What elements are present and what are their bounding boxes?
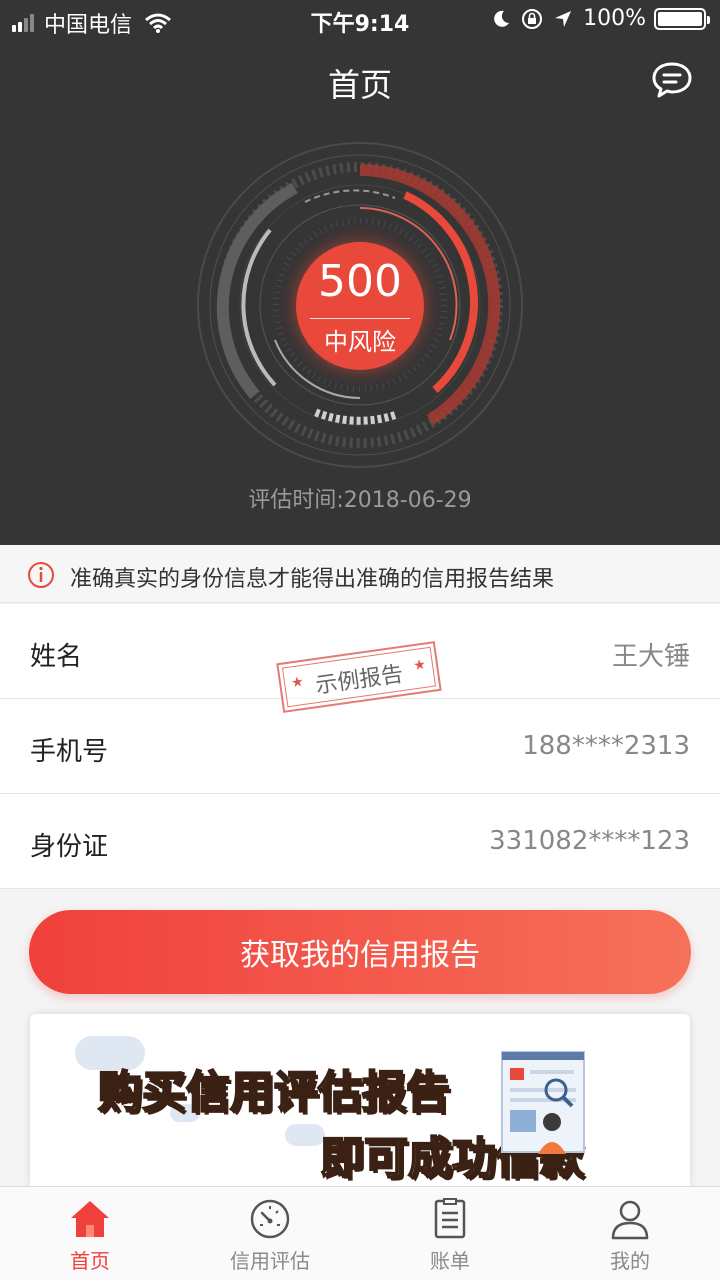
credit-score: 500 — [318, 256, 402, 307]
tab-bill-label: 账单 — [430, 1249, 470, 1273]
tab-home-label: 首页 — [70, 1249, 110, 1273]
gauge-icon — [250, 1199, 290, 1239]
status-bar: 中国电信 下午9:14 100% — [0, 0, 720, 40]
score-badge: 500 中风险 — [296, 242, 424, 370]
promo-banner[interactable]: 购买信用评估报告 即可成功借款 — [30, 1014, 690, 1186]
name-value: 王大锤 — [611, 642, 690, 672]
tab-credit-eval-label: 信用评估 — [230, 1249, 310, 1273]
notice-bar: 准确真实的身份信息才能得出准确的信用报告结果 — [0, 545, 720, 603]
bill-icon — [434, 1198, 466, 1239]
info-icon — [28, 562, 54, 588]
tab-bill[interactable]: 账单 — [360, 1187, 540, 1280]
score-divider — [310, 318, 410, 319]
tab-mine-label: 我的 — [610, 1249, 650, 1273]
location-icon — [555, 10, 572, 27]
phone-label: 手机号 — [30, 737, 109, 767]
name-label: 姓名 — [30, 642, 83, 672]
message-icon[interactable] — [650, 60, 694, 100]
id-card-row[interactable]: 身份证 331082****123 — [0, 794, 720, 889]
notice-text: 准确真实的身份信息才能得出准确的信用报告结果 — [70, 567, 555, 592]
id-card-value: 331082****123 — [489, 826, 690, 856]
tab-mine[interactable]: 我的 — [540, 1187, 720, 1280]
tab-credit-eval[interactable]: 信用评估 — [180, 1187, 360, 1280]
id-card-label: 身份证 — [30, 832, 109, 862]
get-credit-report-button[interactable]: 获取我的信用报告 — [29, 910, 691, 994]
star-icon: ★ — [412, 656, 428, 675]
phone-row[interactable]: 手机号 188****2313 — [0, 699, 720, 794]
identity-info: 姓名 王大锤 手机号 188****2313 身份证 331082****123 — [0, 604, 720, 889]
eval-time-label: 评估时间: — [248, 488, 344, 513]
status-right: 100% — [481, 6, 710, 31]
tab-home[interactable]: 首页 — [0, 1187, 180, 1280]
phone-value: 188****2313 — [522, 731, 690, 761]
battery-percent: 100% — [583, 6, 646, 31]
page-title: 首页 — [327, 66, 392, 104]
tab-bar: 首页 信用评估 账单 我的 — [0, 1186, 720, 1280]
risk-level: 中风险 — [324, 328, 396, 356]
credit-hero: 中国电信 下午9:14 100% 首页 500 中风险 评估时间:2018-06… — [0, 0, 720, 545]
bird-decoration — [285, 1124, 325, 1146]
home-icon — [71, 1201, 109, 1237]
banner-highlight: 信用评估报告 — [185, 1066, 451, 1119]
rotation-lock-icon — [522, 8, 543, 29]
eval-time-value: 2018-06-29 — [343, 488, 472, 513]
battery-icon — [654, 7, 710, 30]
moon-icon — [494, 10, 510, 27]
user-icon — [611, 1200, 649, 1240]
report-illustration-icon — [501, 1051, 585, 1154]
banner-headline: 购买信用评估报告 — [97, 1056, 451, 1120]
eval-time: 评估时间:2018-06-29 — [0, 482, 720, 514]
banner-prefix: 购买 — [97, 1066, 187, 1119]
